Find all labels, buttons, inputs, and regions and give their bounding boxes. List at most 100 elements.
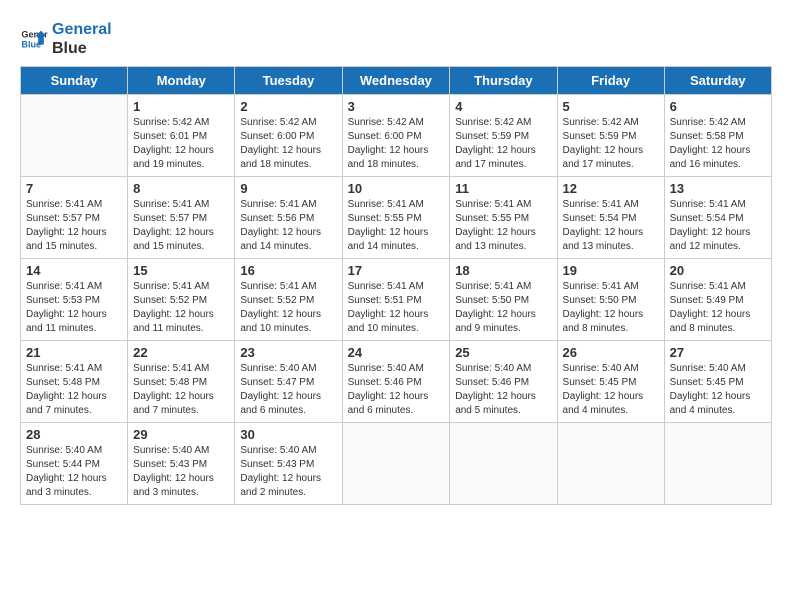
day-info: Sunrise: 5:41 AM Sunset: 5:54 PM Dayligh… [563,198,659,254]
calendar-week-row: 7 Sunrise: 5:41 AM Sunset: 5:57 PM Daylig… [21,177,772,259]
day-number: 29 [133,427,229,442]
day-info: Sunrise: 5:41 AM Sunset: 5:57 PM Dayligh… [26,198,122,254]
weekday-header-thursday: Thursday [450,67,557,95]
day-info: Sunrise: 5:42 AM Sunset: 6:00 PM Dayligh… [348,116,445,172]
day-info: Sunrise: 5:40 AM Sunset: 5:44 PM Dayligh… [26,444,122,500]
day-number: 21 [26,345,122,360]
day-info: Sunrise: 5:41 AM Sunset: 5:52 PM Dayligh… [133,280,229,336]
day-info: Sunrise: 5:40 AM Sunset: 5:45 PM Dayligh… [563,362,659,418]
day-number: 24 [348,345,445,360]
day-info: Sunrise: 5:41 AM Sunset: 5:50 PM Dayligh… [455,280,551,336]
calendar-cell: 10 Sunrise: 5:41 AM Sunset: 5:55 PM Dayli… [342,177,450,259]
day-number: 7 [26,181,122,196]
calendar-cell: 14 Sunrise: 5:41 AM Sunset: 5:53 PM Dayli… [21,259,128,341]
weekday-header-saturday: Saturday [664,67,771,95]
day-info: Sunrise: 5:41 AM Sunset: 5:53 PM Dayligh… [26,280,122,336]
day-number: 9 [240,181,336,196]
calendar-cell: 27 Sunrise: 5:40 AM Sunset: 5:45 PM Dayli… [664,341,771,423]
day-number: 4 [455,99,551,114]
day-number: 2 [240,99,336,114]
day-number: 26 [563,345,659,360]
logo-name-general: General [52,20,112,39]
day-info: Sunrise: 5:42 AM Sunset: 5:59 PM Dayligh… [563,116,659,172]
calendar-week-row: 21 Sunrise: 5:41 AM Sunset: 5:48 PM Dayli… [21,341,772,423]
day-number: 8 [133,181,229,196]
page-header: General Blue General Blue [20,20,772,58]
calendar-cell: 13Sunrise: 5:41 AM Sunset: 5:54 PM Dayli… [664,177,771,259]
day-number: 1 [133,99,229,114]
day-number: 20 [670,263,766,278]
day-info: Sunrise: 5:41 AM Sunset: 5:52 PM Dayligh… [240,280,336,336]
calendar-cell: 23 Sunrise: 5:40 AM Sunset: 5:47 PM Dayli… [235,341,342,423]
day-number: 13 [670,181,766,196]
calendar-cell: 11 Sunrise: 5:41 AM Sunset: 5:55 PM Dayli… [450,177,557,259]
calendar-cell: 12 Sunrise: 5:41 AM Sunset: 5:54 PM Dayli… [557,177,664,259]
day-number: 15 [133,263,229,278]
calendar-cell: 20Sunrise: 5:41 AM Sunset: 5:49 PM Dayli… [664,259,771,341]
calendar-cell: 25Sunrise: 5:40 AM Sunset: 5:46 PM Dayli… [450,341,557,423]
day-info: Sunrise: 5:41 AM Sunset: 5:48 PM Dayligh… [133,362,229,418]
day-number: 22 [133,345,229,360]
day-number: 19 [563,263,659,278]
day-info: Sunrise: 5:41 AM Sunset: 5:48 PM Dayligh… [26,362,122,418]
calendar-cell: 9 Sunrise: 5:41 AM Sunset: 5:56 PM Daylig… [235,177,342,259]
calendar-cell: 2 Sunrise: 5:42 AM Sunset: 6:00 PM Daylig… [235,95,342,177]
weekday-header-row: SundayMondayTuesdayWednesdayThursdayFrid… [21,67,772,95]
calendar-week-row: 28 Sunrise: 5:40 AM Sunset: 5:44 PM Dayli… [21,423,772,505]
calendar-cell: 24Sunrise: 5:40 AM Sunset: 5:46 PM Dayli… [342,341,450,423]
svg-text:Blue: Blue [21,40,41,50]
weekday-header-wednesday: Wednesday [342,67,450,95]
weekday-header-sunday: Sunday [21,67,128,95]
day-number: 25 [455,345,551,360]
weekday-header-monday: Monday [128,67,235,95]
day-number: 27 [670,345,766,360]
calendar-cell: 28 Sunrise: 5:40 AM Sunset: 5:44 PM Dayli… [21,423,128,505]
logo-icon: General Blue [20,25,48,53]
day-info: Sunrise: 5:40 AM Sunset: 5:43 PM Dayligh… [133,444,229,500]
day-info: Sunrise: 5:41 AM Sunset: 5:55 PM Dayligh… [348,198,445,254]
day-number: 5 [563,99,659,114]
calendar-week-row: 1 Sunrise: 5:42 AM Sunset: 6:01 PM Daylig… [21,95,772,177]
day-number: 16 [240,263,336,278]
day-info: Sunrise: 5:42 AM Sunset: 5:58 PM Dayligh… [670,116,766,172]
calendar-cell: 21 Sunrise: 5:41 AM Sunset: 5:48 PM Dayli… [21,341,128,423]
calendar-week-row: 14 Sunrise: 5:41 AM Sunset: 5:53 PM Dayli… [21,259,772,341]
day-info: Sunrise: 5:41 AM Sunset: 5:55 PM Dayligh… [455,198,551,254]
weekday-header-tuesday: Tuesday [235,67,342,95]
calendar-cell [342,423,450,505]
day-info: Sunrise: 5:40 AM Sunset: 5:45 PM Dayligh… [670,362,766,418]
day-number: 28 [26,427,122,442]
day-number: 11 [455,181,551,196]
logo: General Blue General Blue [20,20,112,58]
calendar-cell [21,95,128,177]
calendar-cell: 3 Sunrise: 5:42 AM Sunset: 6:00 PM Daylig… [342,95,450,177]
calendar-cell: 7 Sunrise: 5:41 AM Sunset: 5:57 PM Daylig… [21,177,128,259]
weekday-header-friday: Friday [557,67,664,95]
calendar-cell [557,423,664,505]
calendar-cell: 29 Sunrise: 5:40 AM Sunset: 5:43 PM Dayli… [128,423,235,505]
calendar-cell: 22 Sunrise: 5:41 AM Sunset: 5:48 PM Dayli… [128,341,235,423]
day-info: Sunrise: 5:41 AM Sunset: 5:56 PM Dayligh… [240,198,336,254]
day-number: 30 [240,427,336,442]
day-number: 14 [26,263,122,278]
calendar-cell: 26 Sunrise: 5:40 AM Sunset: 5:45 PM Dayli… [557,341,664,423]
calendar-cell: 8Sunrise: 5:41 AM Sunset: 5:57 PM Daylig… [128,177,235,259]
calendar-cell [664,423,771,505]
calendar-cell: 15 Sunrise: 5:41 AM Sunset: 5:52 PM Dayli… [128,259,235,341]
calendar-cell: 4Sunrise: 5:42 AM Sunset: 5:59 PM Daylig… [450,95,557,177]
day-number: 23 [240,345,336,360]
day-number: 18 [455,263,551,278]
day-info: Sunrise: 5:41 AM Sunset: 5:51 PM Dayligh… [348,280,445,336]
day-number: 12 [563,181,659,196]
day-number: 10 [348,181,445,196]
day-info: Sunrise: 5:41 AM Sunset: 5:50 PM Dayligh… [563,280,659,336]
day-info: Sunrise: 5:42 AM Sunset: 6:01 PM Dayligh… [133,116,229,172]
calendar-cell: 17Sunrise: 5:41 AM Sunset: 5:51 PM Dayli… [342,259,450,341]
day-number: 3 [348,99,445,114]
calendar-cell: 19 Sunrise: 5:41 AM Sunset: 5:50 PM Dayli… [557,259,664,341]
day-info: Sunrise: 5:42 AM Sunset: 6:00 PM Dayligh… [240,116,336,172]
logo-name-blue: Blue [52,39,112,58]
calendar-cell: 16 Sunrise: 5:41 AM Sunset: 5:52 PM Dayli… [235,259,342,341]
calendar-cell: 1 Sunrise: 5:42 AM Sunset: 6:01 PM Daylig… [128,95,235,177]
day-info: Sunrise: 5:40 AM Sunset: 5:47 PM Dayligh… [240,362,336,418]
